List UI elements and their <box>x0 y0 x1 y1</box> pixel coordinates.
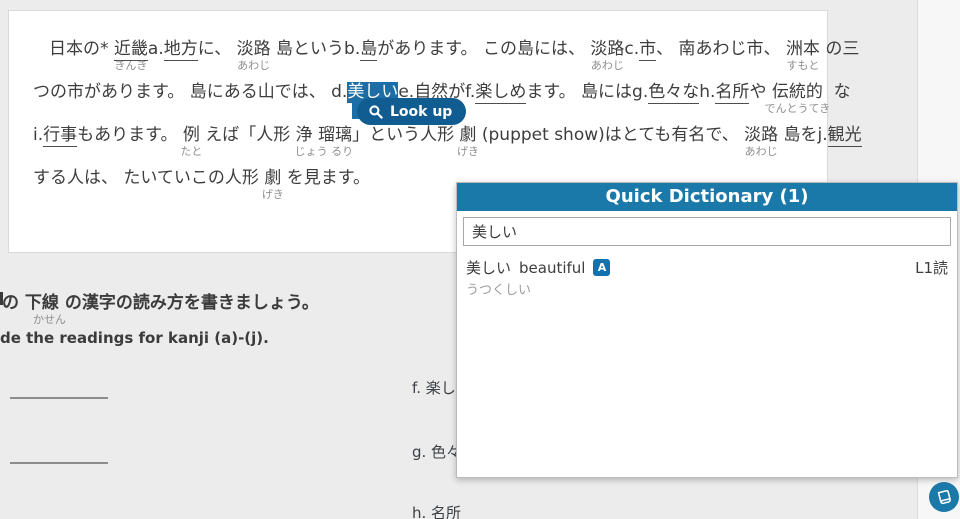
entry-grade-badge: A <box>593 259 610 276</box>
text-segment: 劇げき <box>264 168 281 189</box>
entry-gloss: beautiful <box>519 259 585 277</box>
text-segment: 色々な <box>648 82 699 104</box>
text-segment: する人は、 たいていこの人形 <box>33 168 264 189</box>
text-segment: 劇げき <box>459 125 476 146</box>
text-segment: 行事 <box>43 125 77 147</box>
text-segment: の三 <box>820 39 859 60</box>
text-segment: c. <box>624 39 639 60</box>
text-segment: 名所 <box>715 82 749 104</box>
text-segment: つの市があります。 島にある山では、 d. <box>33 82 347 103</box>
text-segment: 例たと <box>183 125 200 146</box>
furigana: たと <box>180 145 202 158</box>
furigana-kasen: かせん <box>33 311 66 327</box>
exercise-heading-jp: の 下線 の漢字の読み方を書きましょう。 <box>2 288 319 313</box>
text-segment: もあります。 <box>77 125 183 146</box>
text-segment: 淡路あわじ <box>590 39 624 60</box>
text-segment: h. <box>699 82 715 103</box>
text-segment: や <box>749 82 771 103</box>
text-segment: に、 <box>198 39 237 60</box>
dictionary-toggle-button[interactable] <box>929 482 959 512</box>
entry-reading: うつくしい <box>466 279 531 298</box>
reading-line: i.行事もあります。 例たと えば「人形 浄 瑠璃じょう るり」という人形 劇げ… <box>33 125 862 146</box>
text-segment: 」という人形 <box>352 125 459 146</box>
furigana: あわじ <box>745 145 778 158</box>
text-segment: 淡路あわじ <box>237 39 271 60</box>
text-segment: ます。 島にはg. <box>526 82 648 103</box>
text-segment: 島 <box>360 39 377 61</box>
exercise-item-g: g. 色々 <box>412 441 461 462</box>
text-segment: な <box>823 82 851 103</box>
entry-level-tag: L1読 <box>915 257 948 278</box>
look-up-button[interactable]: Look up <box>357 98 466 125</box>
text-segment: があります。 この島には、 <box>377 39 590 60</box>
text-segment: 浄 瑠璃じょう るり <box>296 125 352 146</box>
text-segment: 楽しめ <box>475 82 526 104</box>
furigana: きんき <box>114 59 147 72</box>
text-segment: を見ます。 <box>281 168 370 189</box>
quick-dictionary-panel: Quick Dictionary (1) 美しい beautiful A L1読… <box>456 182 958 478</box>
text-segment: 日本の* <box>49 39 114 60</box>
exercise-item-f: f. 楽し <box>412 377 456 398</box>
reading-line: 日本の* 近畿きんきa.地方に、 淡路あわじ 島というb.島があります。 この島… <box>49 39 859 60</box>
reading-line: する人は、 たいていこの人形 劇げき を見ます。 <box>33 168 370 189</box>
furigana: じょう るり <box>295 145 354 158</box>
furigana: あわじ <box>237 59 270 72</box>
text-segment: 島をj. <box>778 125 828 146</box>
furigana: げき <box>457 145 479 158</box>
text-segment: えば「人形 <box>200 125 296 146</box>
quick-dictionary-title: Quick Dictionary (1) <box>457 183 957 211</box>
answer-blank-line <box>10 462 108 464</box>
text-segment: 地方 <box>164 39 198 61</box>
book-icon <box>934 487 955 508</box>
exercise-heading-en: de the readings for kanji (a)-(j). <box>0 329 269 347</box>
furigana: あわじ <box>591 59 624 72</box>
exercise-item-h: h. 名所 <box>412 502 461 519</box>
answer-blank-line <box>10 397 108 399</box>
text-segment: i. <box>33 125 43 146</box>
text-segment: 淡路あわじ <box>744 125 778 146</box>
text-segment: 洲本すもと <box>786 39 820 60</box>
text-segment: a. <box>148 39 164 60</box>
text-segment: 伝統的でんとうてき <box>772 82 823 103</box>
text-segment: (puppet show)はとても有名で、 <box>476 125 744 146</box>
entry-word: 美しい <box>466 257 511 278</box>
furigana: げき <box>262 188 284 201</box>
text-segment: 市 <box>639 39 656 61</box>
text-segment: 島というb. <box>271 39 361 60</box>
look-up-label: Look up <box>390 104 452 120</box>
text-segment: 近畿きんき <box>114 39 148 61</box>
text-segment: 観光 <box>828 125 862 147</box>
dictionary-search-input[interactable] <box>463 217 951 246</box>
text-segment: 、 南あわじ市、 <box>656 39 786 60</box>
furigana: でんとうてき <box>765 102 831 115</box>
furigana: すもと <box>787 59 820 72</box>
dictionary-entry-row[interactable]: 美しい beautiful A L1読 <box>457 257 957 278</box>
magnifier-icon <box>368 104 384 120</box>
